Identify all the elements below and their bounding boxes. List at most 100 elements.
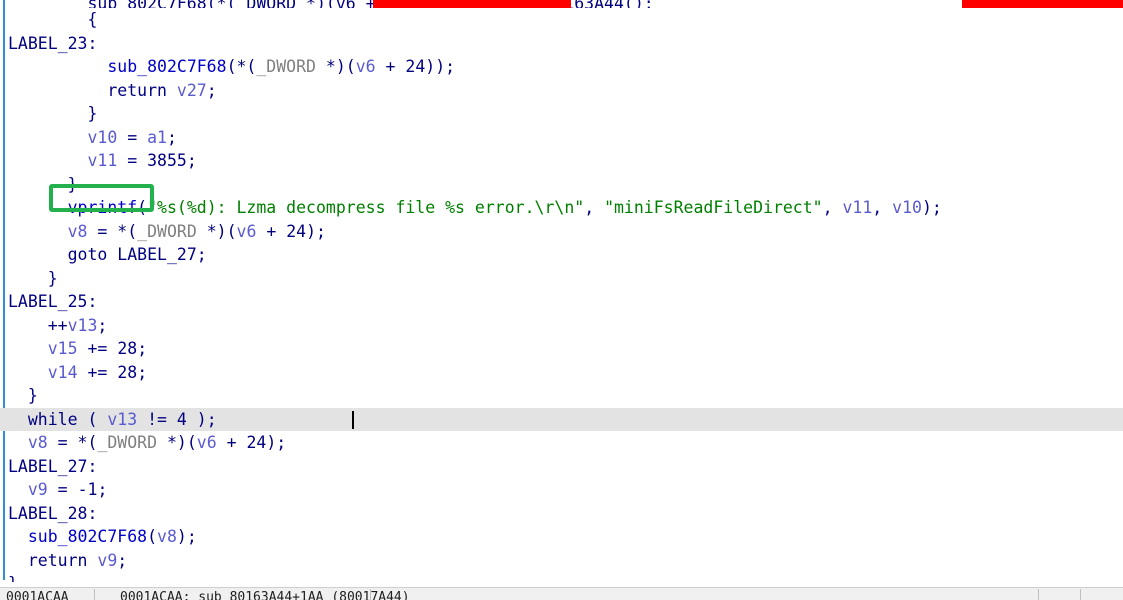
status-bar-separator (94, 589, 95, 600)
code-line[interactable]: } (0, 267, 1123, 291)
code-token: 24 (246, 433, 267, 452)
code-token: ); (176, 527, 197, 546)
code-token: a1 (147, 127, 167, 147)
code-token: 3855 (147, 151, 187, 170)
code-line[interactable]: return v27; (0, 79, 1123, 103)
code-token: = (117, 127, 148, 147)
code-token: LABEL_28: (8, 503, 98, 523)
code-line[interactable]: v11 = 3855; (0, 149, 1123, 173)
code-token: 28 (117, 339, 138, 358)
code-token: -1 (77, 480, 98, 499)
code-line[interactable]: v9 = -1; (0, 478, 1123, 502)
code-token: ; (97, 315, 108, 335)
code-line[interactable]: return v9; (0, 549, 1123, 573)
code-token: , (584, 198, 605, 217)
code-token: } (8, 386, 38, 405)
text-caret (352, 410, 354, 429)
code-token: ( (137, 198, 148, 217)
code-token: += (77, 339, 118, 358)
code-line[interactable]: LABEL_27: (0, 455, 1123, 479)
code-token: 24 (405, 57, 426, 76)
code-line[interactable]: { (0, 8, 1123, 32)
code-line[interactable]: v15 += 28; (0, 337, 1123, 361)
code-token: LABEL_27 (117, 245, 197, 264)
code-line[interactable]: sub_802C7F68(v8); (0, 525, 1123, 549)
code-line[interactable]: v14 += 28; (0, 361, 1123, 385)
code-token: + (216, 433, 247, 452)
status-bar-cell: 0001ACAA (6, 590, 69, 600)
code-token: v9 (27, 480, 48, 499)
code-token: )); (425, 57, 456, 76)
code-token: = (47, 480, 78, 499)
code-line[interactable]: LABEL_23: (0, 32, 1123, 56)
code-line[interactable]: vprintf("%s(%d): Lzma decompress file %s… (0, 196, 1123, 220)
code-line[interactable]: v8 = *(_DWORD *)(v6 + 24); (0, 431, 1123, 455)
code-token: v10 (892, 198, 922, 217)
code-line[interactable]: v8 = *(_DWORD *)(v6 + 24); (0, 220, 1123, 244)
code-line[interactable]: LABEL_28: (0, 502, 1123, 526)
code-token: "miniFsReadFileDirect" (604, 198, 823, 217)
code-token: LABEL_23: (8, 33, 98, 53)
code-token: goto (67, 245, 108, 264)
code-line[interactable]: } (0, 572, 1123, 582)
code-line[interactable]: } (0, 384, 1123, 408)
code-token: v6 (196, 433, 217, 452)
status-bar-separator (1080, 589, 1081, 600)
code-line[interactable]: sub_802C7F68(*(_DWORD *)(v6 + 24)); (0, 55, 1123, 79)
code-token: ); (266, 433, 287, 452)
status-bar-separator (1038, 589, 1039, 600)
status-bar: 0001ACAA 0001ACAA: sub_80163A44+1AA (8001… (0, 587, 1123, 600)
code-token: v11 (87, 151, 118, 170)
code-token: v27 (176, 80, 207, 100)
code-token: ; (117, 550, 128, 570)
code-token: v6 (355, 57, 376, 76)
code-line-current[interactable]: while ( v13 != 4 ); (0, 407, 1123, 431)
code-token: *)( (196, 221, 237, 241)
code-token: 28 (117, 362, 138, 382)
code-token: } (8, 268, 58, 288)
code-token: v8 (157, 527, 177, 546)
search-highlight-1 (373, 0, 571, 8)
pseudocode-view[interactable]: sub_802C7F68(*(_DWORD *)(v6 + 24)); v7 =… (0, 0, 1123, 600)
code-token: sub_802C7F68 (107, 57, 227, 76)
code-token: { (87, 10, 98, 29)
code-token: (*( (226, 57, 257, 76)
code-line[interactable]: } (0, 173, 1123, 197)
code-area[interactable]: sub_802C7F68(*(_DWORD *)(v6 + 24)); v7 =… (0, 0, 1123, 582)
code-line[interactable]: goto LABEL_27; (0, 243, 1123, 267)
code-token: v6 (236, 221, 257, 241)
code-token: sub_802C7F68 (27, 527, 148, 546)
code-token: v8 (67, 221, 88, 241)
code-line[interactable]: LABEL_25: (0, 290, 1123, 314)
code-token: ); (921, 198, 942, 217)
code-token: ; (137, 339, 148, 358)
code-line[interactable]: ++v13; (0, 314, 1123, 338)
code-token: v13 (107, 409, 138, 429)
code-line[interactable]: } (0, 102, 1123, 126)
code-token: ); (306, 221, 326, 241)
code-token: v8 (27, 433, 48, 452)
code-token: = *( (47, 433, 98, 452)
code-line[interactable]: sub_802C7F68(*(_DWORD *)(v6 + 24)); v7 =… (0, 0, 1123, 8)
code-token: ; (186, 151, 197, 170)
code-token: v13 (67, 315, 98, 335)
code-line[interactable]: v10 = a1; (0, 126, 1123, 150)
code-token: v15 (47, 339, 78, 358)
code-token: = *( (87, 221, 138, 241)
code-token: ; (196, 245, 207, 264)
code-token: 4 (176, 409, 187, 429)
status-bar-content: 0001ACAA 0001ACAA: sub_80163A44+1AA (8001… (0, 588, 1123, 600)
